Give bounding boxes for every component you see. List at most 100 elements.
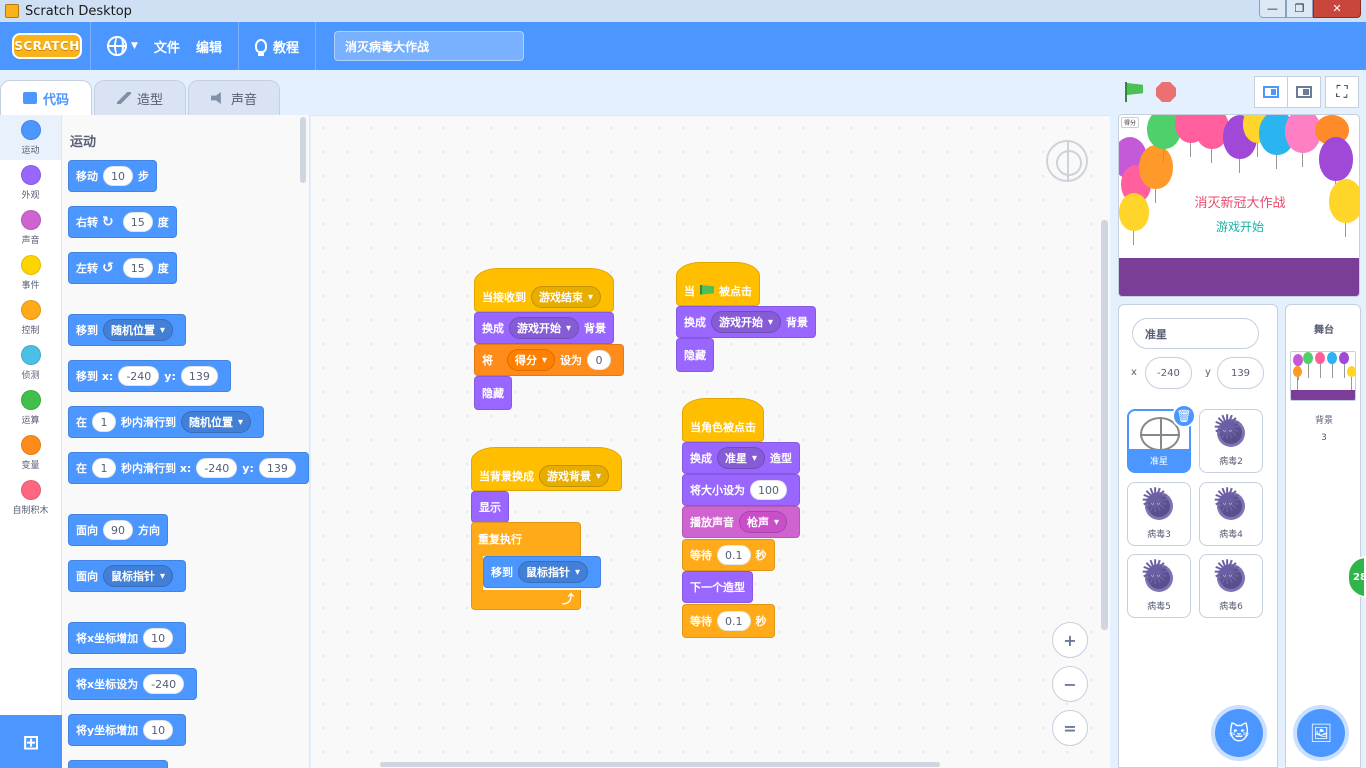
seconds-input[interactable]: 0.1 — [717, 545, 751, 565]
category-sound[interactable]: 声音 — [0, 205, 61, 250]
zoom-reset-button[interactable]: = — [1052, 710, 1088, 746]
edit-menu[interactable]: 编辑 — [188, 22, 230, 70]
target-dropdown[interactable]: 随机位置 — [103, 319, 174, 341]
workspace-vertical-scrollbar[interactable] — [1101, 220, 1108, 630]
category-my-blocks[interactable]: 自制积木 — [0, 475, 61, 520]
backdrop-dropdown[interactable]: 游戏开始 — [711, 311, 782, 333]
degrees-input[interactable]: 15 — [122, 258, 153, 278]
stop-button[interactable] — [1156, 82, 1176, 102]
seconds-input[interactable]: 1 — [92, 412, 116, 432]
x-input[interactable]: -240 — [118, 366, 160, 386]
set-variable-block[interactable]: 将 得分设为 0 — [474, 344, 625, 376]
category-sensing[interactable]: 侦测 — [0, 340, 61, 385]
category-operators[interactable]: 运算 — [0, 385, 61, 430]
goto-xy-block[interactable]: 移到 x: -240 y: 139 — [68, 360, 231, 392]
turn-right-block[interactable]: 右转 ↻ 15 度 — [68, 206, 177, 238]
next-costume-block[interactable]: 下一个造型 — [682, 571, 753, 603]
target-dropdown[interactable]: 鼠标指针 — [518, 561, 589, 583]
tab-sounds[interactable]: 声音 — [188, 80, 281, 115]
set-x-block[interactable]: 将x坐标设为 -240 — [68, 668, 198, 700]
category-motion[interactable]: 运动 — [0, 115, 61, 160]
x-position-input[interactable]: -240 — [1145, 357, 1192, 389]
backdrop-dropdown[interactable]: 游戏背景 — [539, 465, 610, 487]
add-backdrop-button[interactable]: 🖼 — [1297, 709, 1345, 757]
minimize-button[interactable]: — — [1259, 0, 1286, 18]
hide-block[interactable]: 隐藏 — [676, 338, 714, 372]
stage-canvas[interactable]: 得分 消灭新冠大作战 游戏开始 — [1118, 114, 1360, 297]
size-input[interactable]: 100 — [750, 480, 787, 500]
when-sprite-clicked-hat-block[interactable]: 当角色被点击 — [682, 398, 764, 442]
value-input[interactable]: 10 — [143, 720, 174, 740]
seconds-input[interactable]: 0.1 — [717, 611, 751, 631]
goto-block[interactable]: 移到 鼠标指针 — [483, 556, 602, 588]
target-dropdown[interactable]: 随机位置 — [181, 411, 252, 433]
zoom-in-button[interactable]: + — [1052, 622, 1088, 658]
goto-block[interactable]: 移到 随机位置 — [68, 314, 187, 346]
play-sound-block[interactable]: 播放声音 枪声 — [682, 506, 801, 538]
wait-block[interactable]: 等待 0.1 秒 — [682, 604, 775, 638]
language-menu[interactable]: ▼ — [99, 22, 146, 70]
steps-input[interactable]: 10 — [103, 166, 133, 186]
partial-block[interactable] — [68, 760, 168, 768]
glide-xy-block[interactable]: 在 1 秒内滑行到 x: -240 y: 139 — [68, 452, 309, 484]
zoom-out-button[interactable]: − — [1052, 666, 1088, 702]
category-looks[interactable]: 外观 — [0, 160, 61, 205]
costume-dropdown[interactable]: 准星 — [717, 447, 766, 469]
delete-sprite-button[interactable]: 🗑 — [1172, 404, 1196, 428]
palette-scrollbar[interactable] — [300, 117, 306, 183]
sprite-name-input[interactable]: 准星 — [1132, 318, 1259, 349]
sound-dropdown[interactable]: 枪声 — [739, 511, 788, 533]
x-input[interactable]: -240 — [196, 458, 238, 478]
add-sprite-button[interactable]: 🐱 — [1215, 709, 1263, 757]
stage-start-text[interactable]: 游戏开始 — [1119, 218, 1359, 235]
direction-input[interactable]: 90 — [103, 520, 133, 540]
green-flag-button[interactable] — [1123, 81, 1145, 103]
degrees-input[interactable]: 15 — [122, 212, 153, 232]
hide-block[interactable]: 隐藏 — [474, 376, 512, 410]
maximize-button[interactable]: ❐ — [1286, 0, 1313, 18]
turn-left-block[interactable]: 左转 ↺ 15 度 — [68, 252, 177, 284]
value-input[interactable]: -240 — [143, 674, 185, 694]
close-button[interactable]: ✕ — [1313, 0, 1361, 18]
category-events[interactable]: 事件 — [0, 250, 61, 295]
glide-block[interactable]: 在 1 秒内滑行到 随机位置 — [68, 406, 265, 438]
show-block[interactable]: 显示 — [471, 491, 509, 523]
move-steps-block[interactable]: 移动 10 步 — [68, 160, 157, 192]
category-variables[interactable]: 变量 — [0, 430, 61, 475]
fullscreen-button[interactable]: ⛶ — [1325, 76, 1359, 108]
target-dropdown[interactable]: 鼠标指针 — [103, 565, 174, 587]
project-title-input[interactable]: 消灭病毒大作战 — [333, 31, 524, 61]
stage-thumbnail[interactable] — [1290, 351, 1356, 401]
tab-code[interactable]: 代码 — [0, 80, 93, 115]
tutorials-menu[interactable]: 教程 — [247, 22, 307, 70]
point-towards-block[interactable]: 面向 鼠标指针 — [68, 560, 187, 592]
sprite-tile-virus5[interactable]: 病毒5 — [1127, 554, 1191, 618]
y-input[interactable]: 139 — [180, 366, 218, 386]
small-stage-button[interactable] — [1254, 76, 1288, 108]
tab-costumes[interactable]: 造型 — [94, 80, 187, 115]
category-control[interactable]: 控制 — [0, 295, 61, 340]
backdrop-dropdown[interactable]: 游戏开始 — [509, 317, 580, 339]
scratch-logo[interactable]: SCRATCH — [12, 33, 82, 59]
sprite-tile-virus4[interactable]: 病毒4 — [1199, 482, 1263, 546]
switch-backdrop-block[interactable]: 换成游戏开始背景 — [676, 306, 817, 338]
variable-dropdown[interactable]: 得分 — [507, 349, 556, 371]
change-x-block[interactable]: 将x坐标增加 10 — [68, 622, 187, 654]
message-dropdown[interactable]: 游戏结束 — [531, 286, 602, 308]
sprite-tile-virus6[interactable]: 病毒6 — [1199, 554, 1263, 618]
y-input[interactable]: 139 — [258, 458, 296, 478]
value-input[interactable]: 0 — [587, 350, 612, 370]
file-menu[interactable]: 文件 — [146, 22, 188, 70]
when-receive-hat-block[interactable]: 当接收到 游戏结束 — [474, 268, 615, 312]
set-size-block[interactable]: 将大小设为 100 — [682, 474, 800, 506]
switch-costume-block[interactable]: 换成准星造型 — [682, 442, 801, 474]
y-position-input[interactable]: 139 — [1217, 357, 1264, 389]
sprite-tile-virus3[interactable]: 病毒3 — [1127, 482, 1191, 546]
stage-target-pane[interactable]: 舞台 背景 3 — [1285, 304, 1361, 768]
switch-backdrop-block[interactable]: 换成游戏开始背景 — [474, 312, 615, 344]
when-flag-clicked-hat-block[interactable]: 当 被点击 — [676, 262, 760, 306]
sprite-tile-virus2[interactable]: 病毒2 — [1199, 409, 1263, 473]
wait-block[interactable]: 等待 0.1 秒 — [682, 539, 775, 571]
add-extension-button[interactable]: ⊞ — [0, 715, 62, 768]
seconds-input[interactable]: 1 — [92, 458, 116, 478]
